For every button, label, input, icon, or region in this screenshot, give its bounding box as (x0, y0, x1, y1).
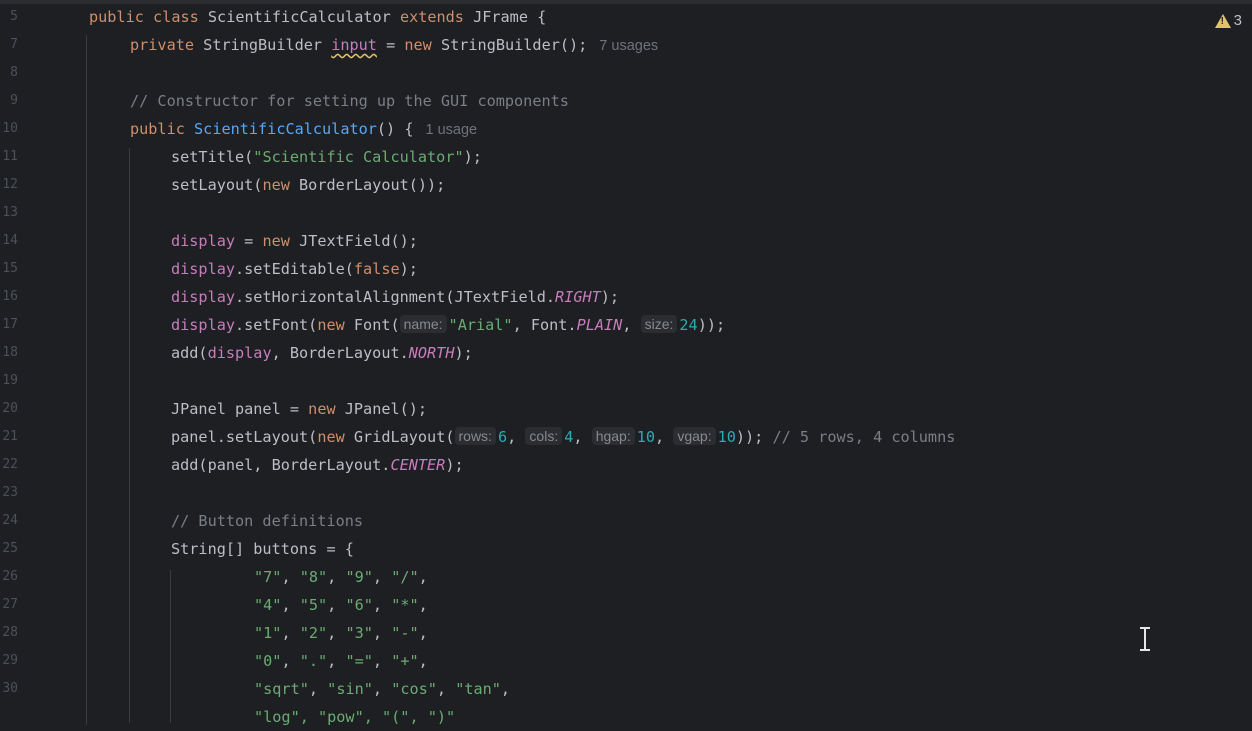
line-number: 10 (2, 121, 18, 136)
line-number: 5 (10, 9, 18, 24)
code-line[interactable]: 16 display.setHorizontalAlignment(JTextF… (0, 283, 1252, 311)
code-text: add(panel, BorderLayout.CENTER); (171, 456, 464, 474)
line-number: 20 (2, 401, 18, 416)
code-line[interactable]: 30 "sqrt", "sin", "cos", "tan", (0, 675, 1252, 703)
param-hint-size: size: (640, 315, 678, 333)
code-line[interactable]: 25 String[] buttons = { (0, 535, 1252, 563)
code-text: "4", "5", "6", "*", (254, 596, 428, 614)
code-text: display = new JTextField(); (171, 232, 418, 250)
line-number: 28 (2, 625, 18, 640)
warning-underline: input (331, 36, 377, 54)
line-number: 18 (2, 345, 18, 360)
code-text: String[] buttons = { (171, 540, 354, 558)
usages-inlay-hint: 1 usage (425, 122, 478, 138)
line-number: 21 (2, 429, 18, 444)
code-line[interactable]: 12 setLayout(new BorderLayout()); (0, 171, 1252, 199)
code-line[interactable]: 24 // Button definitions (0, 507, 1252, 535)
line-number: 22 (2, 457, 18, 472)
code-text: "1", "2", "3", "-", (254, 624, 428, 642)
param-hint-rows: rows: (454, 427, 496, 445)
line-number: 24 (2, 513, 18, 528)
code-text: display.setFont(new Font(name: "Arial", F… (171, 315, 726, 334)
code-comment: // Button definitions (171, 512, 364, 530)
code-text: display.setEditable(false); (171, 260, 418, 278)
line-number: 7 (10, 37, 18, 52)
code-line[interactable]: 28 "1", "2", "3", "-", (0, 619, 1252, 647)
code-text: add(display, BorderLayout.NORTH); (171, 344, 473, 362)
code-line[interactable]: 13 (0, 199, 1252, 227)
line-number: 8 (10, 65, 18, 80)
code-line[interactable]: 14 display = new JTextField(); (0, 227, 1252, 255)
code-text: "0", ".", "=", "+", (254, 652, 428, 670)
code-text: public class ScientificCalculator extend… (89, 8, 547, 26)
code-line[interactable]: 18 add(display, BorderLayout.NORTH); (0, 339, 1252, 367)
line-number: 9 (10, 93, 18, 108)
line-number: 13 (2, 205, 18, 220)
code-line[interactable]: 23 (0, 479, 1252, 507)
param-hint-vgap: vgap: (673, 427, 716, 445)
line-number: 17 (2, 317, 18, 332)
line-number: 27 (2, 597, 18, 612)
code-line[interactable]: 8 (0, 59, 1252, 87)
code-line[interactable]: 11 setTitle("Scientific Calculator"); (0, 143, 1252, 171)
code-line[interactable]: 27 "4", "5", "6", "*", (0, 591, 1252, 619)
param-hint-name: name: (399, 315, 447, 333)
usages-inlay-hint: 7 usages (599, 38, 659, 54)
line-number: 26 (2, 569, 18, 584)
code-line[interactable]: 21 panel.setLayout(new GridLayout(rows: 6… (0, 423, 1252, 451)
code-text: "sqrt", "sin", "cos", "tan", (254, 680, 511, 698)
code-line[interactable]: 26 "7", "8", "9", "/", (0, 563, 1252, 591)
line-number: 23 (2, 485, 18, 500)
line-number: 29 (2, 653, 18, 668)
code-line[interactable]: 9 // Constructor for setting up the GUI … (0, 87, 1252, 115)
code-text: panel.setLayout(new GridLayout(rows: 6, c… (171, 427, 956, 446)
code-text: display.setHorizontalAlignment(JTextFiel… (171, 288, 620, 306)
code-line[interactable]: 19 (0, 367, 1252, 395)
line-number: 30 (2, 681, 18, 696)
code-line[interactable]: 7 private StringBuilder input = new Stri… (0, 31, 1252, 59)
line-number: 25 (2, 541, 18, 556)
param-hint-cols: cols: (525, 427, 563, 445)
code-text: "7", "8", "9", "/", (254, 568, 428, 586)
code-line[interactable]: 17 display.setFont(new Font(name: "Arial"… (0, 311, 1252, 339)
code-line[interactable]: 20 JPanel panel = new JPanel(); (0, 395, 1252, 423)
code-editor[interactable]: 5 public class ScientificCalculator exte… (0, 3, 1252, 726)
code-comment: // Constructor for setting up the GUI co… (130, 92, 569, 110)
code-line[interactable]: 29 "0", ".", "=", "+", (0, 647, 1252, 675)
code-line[interactable]: 15 display.setEditable(false); (0, 255, 1252, 283)
code-text: public ScientificCalculator() {1 usage (130, 120, 478, 138)
text-cursor-icon (1140, 627, 1150, 651)
code-text: JPanel panel = new JPanel(); (171, 400, 428, 418)
line-number: 12 (2, 177, 18, 192)
code-text: "log", "pow", "(", ")" (254, 708, 456, 726)
code-text: setTitle("Scientific Calculator"); (171, 148, 482, 166)
warnings-indicator[interactable]: ! 3 (1214, 12, 1242, 29)
code-line[interactable]: 22 add(panel, BorderLayout.CENTER); (0, 451, 1252, 479)
code-text: setLayout(new BorderLayout()); (171, 176, 446, 194)
param-hint-hgap: hgap: (591, 427, 635, 445)
line-number: 15 (2, 261, 18, 276)
line-number: 19 (2, 373, 18, 388)
line-number: 14 (2, 233, 18, 248)
code-line[interactable]: 5 public class ScientificCalculator exte… (0, 3, 1252, 31)
warning-triangle-icon: ! (1214, 13, 1231, 28)
line-number: 16 (2, 289, 18, 304)
code-text: private StringBuilder input = new String… (130, 36, 659, 54)
line-number: 11 (2, 149, 18, 164)
warnings-count: 3 (1233, 12, 1242, 29)
code-line[interactable]: 10 public ScientificCalculator() {1 usag… (0, 115, 1252, 143)
code-line[interactable]: "log", "pow", "(", ")" (0, 703, 1252, 731)
